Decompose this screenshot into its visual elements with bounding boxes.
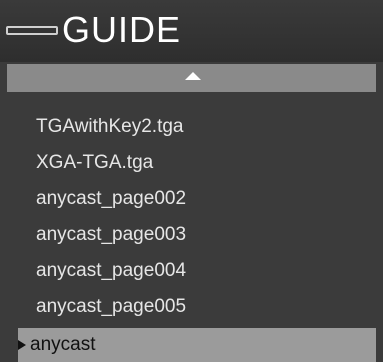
list-item-selected[interactable]: anycast (18, 328, 376, 362)
list-item-label: anycast_page004 (36, 260, 187, 281)
list-item[interactable]: anycast_page002 (0, 182, 383, 216)
list-item[interactable]: anycast_page003 (0, 218, 383, 252)
list-item-label: anycast_page002 (36, 188, 187, 209)
guide-panel: GUIDE TGAwithKey2.tga XGA-TGA.tga anycas… (0, 0, 383, 362)
list-item-label: anycast_page003 (36, 224, 187, 245)
list-item-label: anycast (30, 334, 96, 355)
menu-bar-icon (6, 26, 58, 35)
list-item-label: anycast_page005 (36, 296, 187, 317)
scroll-up-button[interactable] (7, 64, 376, 92)
page-title: GUIDE (62, 9, 182, 50)
triangle-up-icon (185, 72, 201, 80)
list-item[interactable]: anycast_page005 (0, 290, 383, 324)
list-item[interactable]: anycast_page004 (0, 254, 383, 288)
list-item-label: XGA-TGA.tga (36, 152, 154, 173)
list-item[interactable]: XGA-TGA.tga (0, 146, 383, 180)
list-item-label: TGAwithKey2.tga (36, 116, 184, 137)
list-item[interactable]: TGAwithKey2.tga (0, 110, 383, 144)
guide-header: GUIDE (0, 0, 383, 62)
triangle-right-icon (18, 340, 26, 350)
